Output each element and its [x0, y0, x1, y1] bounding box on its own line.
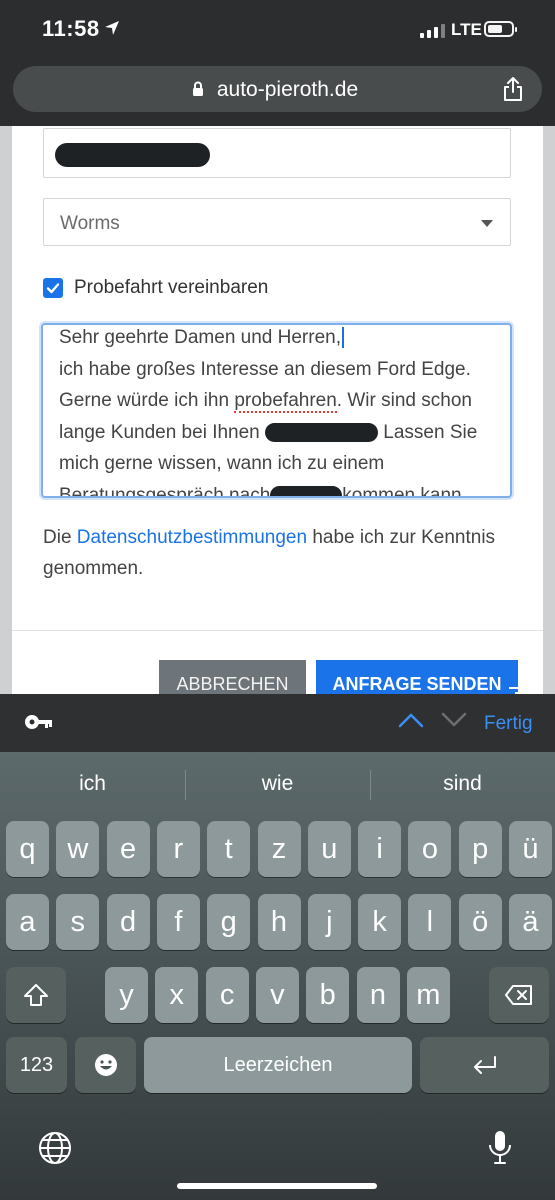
emoji-key[interactable] — [75, 1037, 136, 1093]
shift-key[interactable] — [6, 967, 66, 1023]
message-line-1: Sehr geehrte Damen und Herren, — [59, 327, 341, 348]
suggestion-bar: ich wie sind — [0, 766, 555, 802]
key-r[interactable]: r — [156, 821, 200, 877]
globe-icon[interactable] — [37, 1130, 73, 1166]
key-g[interactable]: g — [207, 894, 251, 950]
keyboard-accessory-bar: Fertig — [0, 694, 555, 752]
redacted-text — [270, 485, 343, 496]
webpage: Worms Probefahrt vereinbaren Sehr geehrt… — [0, 126, 555, 694]
suggestion-3[interactable]: sind — [370, 772, 555, 796]
address-bar[interactable]: auto-pieroth.de — [13, 66, 542, 112]
microphone-icon[interactable] — [487, 1129, 513, 1167]
browser-toolbar: auto-pieroth.de — [0, 60, 555, 126]
key-ö[interactable]: ö — [458, 894, 502, 950]
privacy-notice: Die Datenschutzbestimmungen habe ich zur… — [43, 522, 523, 584]
key-e[interactable]: e — [106, 821, 150, 877]
redacted-value — [55, 143, 210, 167]
shift-icon — [24, 984, 48, 1006]
key-q[interactable]: q — [6, 821, 49, 877]
status-bar: 11:58 LTE — [0, 0, 555, 60]
key-k[interactable]: k — [358, 894, 402, 950]
key-z[interactable]: z — [257, 821, 301, 877]
test-drive-label: Probefahrt vereinbaren — [74, 277, 269, 298]
message-line-4b: Lassen Sie — [383, 421, 478, 443]
suggestion-2[interactable]: wie — [185, 772, 370, 796]
network-type: LTE — [451, 20, 482, 39]
message-line-6a: Beratungsgespräch nach — [59, 484, 271, 498]
numbers-key[interactable]: 123 — [6, 1037, 67, 1093]
key-ä[interactable]: ä — [509, 894, 552, 950]
backspace-icon — [505, 985, 532, 1005]
text-cursor — [342, 327, 344, 349]
return-key[interactable] — [420, 1037, 549, 1093]
message-line-3: Gerne würde ich ihn probefahren. Wir sin… — [59, 390, 472, 413]
key-t[interactable]: t — [207, 821, 251, 877]
menu-icon — [509, 687, 533, 694]
key-h[interactable]: h — [257, 894, 301, 950]
key-u[interactable]: u — [307, 821, 351, 877]
inquiry-form-modal: Worms Probefahrt vereinbaren Sehr geehrt… — [12, 126, 543, 694]
password-key-icon[interactable] — [24, 710, 54, 734]
message-line-2: ich habe großes Interesse an diesem Ford… — [59, 358, 471, 380]
chevron-up-icon[interactable] — [398, 710, 424, 730]
privacy-policy-link[interactable]: Datenschutzbestimmungen — [77, 527, 307, 548]
footer-divider — [12, 630, 543, 631]
share-icon[interactable] — [502, 76, 524, 102]
key-w[interactable]: w — [56, 821, 100, 877]
key-o[interactable]: o — [408, 821, 452, 877]
location-arrow-icon — [105, 21, 119, 35]
key-s[interactable]: s — [56, 894, 100, 950]
city-value: Worms — [60, 213, 120, 234]
done-button[interactable]: Fertig — [484, 713, 533, 735]
message-line-5: mich gerne wissen, wann ich zu einem — [59, 453, 385, 474]
key-i[interactable]: i — [358, 821, 402, 877]
key-j[interactable]: j — [307, 894, 351, 950]
send-request-button[interactable]: ANFRAGE SENDEN — [316, 660, 518, 694]
key-n[interactable]: n — [356, 967, 400, 1023]
key-v[interactable]: v — [255, 967, 299, 1023]
status-time: 11:58 — [42, 16, 100, 41]
suggestion-1[interactable]: ich — [0, 772, 185, 796]
cancel-button[interactable]: ABBRECHEN — [159, 660, 306, 694]
keyboard: ich wie sind qwertzuiopü asdfghjklöä yxc… — [0, 752, 555, 1200]
key-d[interactable]: d — [106, 894, 150, 950]
city-select[interactable]: Worms — [43, 198, 511, 246]
key-b[interactable]: b — [306, 967, 350, 1023]
backspace-key[interactable] — [489, 967, 549, 1023]
key-c[interactable]: c — [205, 967, 249, 1023]
checkmark-icon — [46, 283, 60, 294]
key-x[interactable]: x — [155, 967, 199, 1023]
battery-icon — [484, 21, 517, 37]
return-icon — [473, 1056, 496, 1074]
redacted-text — [265, 422, 379, 442]
name-field[interactable] — [43, 128, 511, 178]
key-y[interactable]: y — [105, 967, 148, 1023]
message-line-4a: lange Kunden bei Ihnen — [59, 421, 260, 443]
cellular-signal-icon — [420, 24, 445, 38]
key-p[interactable]: p — [458, 821, 502, 877]
message-textarea[interactable]: Sehr geehrte Damen und Herren, ich habe … — [41, 323, 512, 498]
privacy-prefix: Die — [43, 527, 77, 548]
key-a[interactable]: a — [6, 894, 49, 950]
dropdown-caret-icon — [481, 220, 493, 227]
key-l[interactable]: l — [408, 894, 452, 950]
emoji-icon — [94, 1054, 117, 1076]
chevron-down-icon[interactable] — [441, 710, 467, 730]
test-drive-checkbox[interactable] — [43, 278, 63, 298]
key-f[interactable]: f — [156, 894, 200, 950]
key-ü[interactable]: ü — [509, 821, 552, 877]
space-key[interactable]: Leerzeichen — [144, 1037, 412, 1093]
message-line-6b: kommen kann. — [342, 484, 467, 498]
url-text: auto-pieroth.de — [216, 78, 359, 101]
spellcheck-word: probefahren — [234, 390, 337, 413]
home-indicator — [177, 1183, 377, 1189]
key-m[interactable]: m — [406, 967, 450, 1023]
